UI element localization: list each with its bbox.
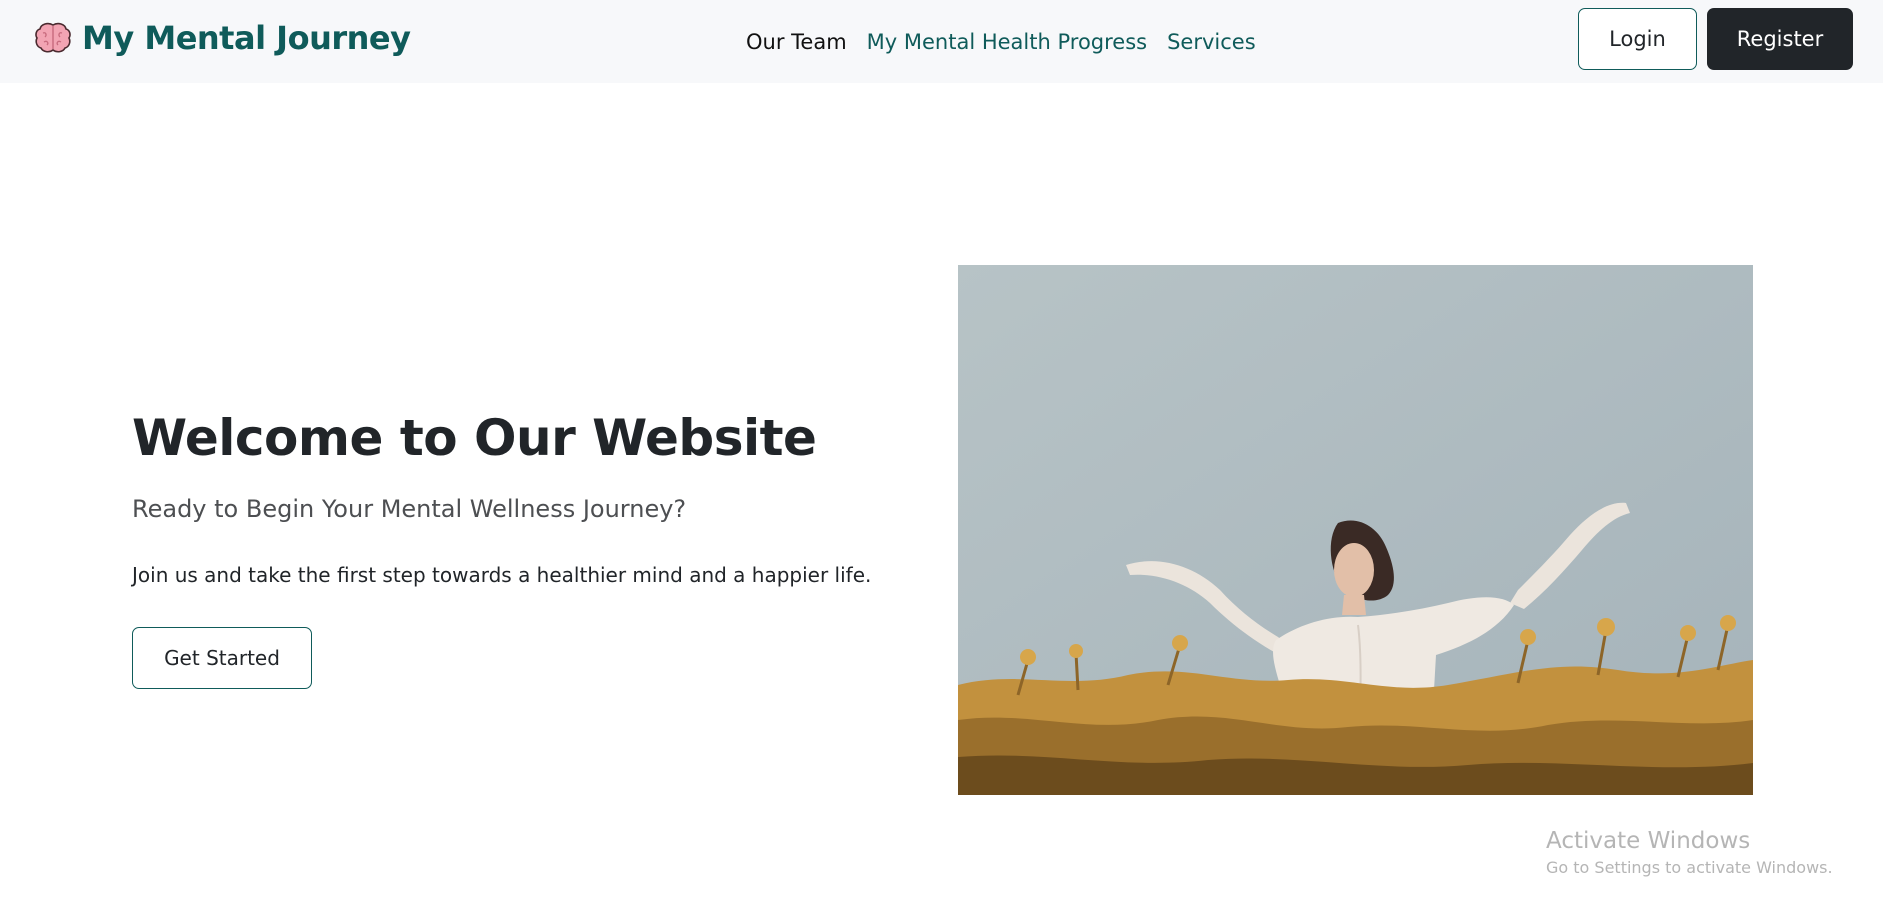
nav-link-progress[interactable]: My Mental Health Progress [867, 30, 1147, 54]
brain-icon [35, 22, 71, 53]
brand-name: My Mental Journey [82, 19, 411, 57]
hero-text-block: Welcome to Our Website Ready to Begin Yo… [132, 405, 952, 589]
login-button[interactable]: Login [1578, 8, 1697, 70]
nav-link-services[interactable]: Services [1167, 30, 1256, 54]
hero-description: Join us and take the first step towards … [132, 563, 872, 587]
hero-image [958, 265, 1753, 795]
navbar: My Mental Journey Our Team My Mental Hea… [0, 0, 1883, 83]
register-button[interactable]: Register [1707, 8, 1853, 70]
hero-title: Welcome to Our Website [132, 409, 817, 467]
watermark-subtitle: Go to Settings to activate Windows. [1546, 858, 1833, 877]
nav-link-our-team[interactable]: Our Team [746, 30, 847, 54]
get-started-button[interactable]: Get Started [132, 627, 312, 689]
woman-in-flower-field-image [958, 265, 1753, 795]
main-nav: Our Team My Mental Health Progress Servi… [746, 30, 1256, 54]
windows-activation-watermark: Activate Windows Go to Settings to activ… [1546, 826, 1833, 880]
hero-subtitle: Ready to Begin Your Mental Wellness Jour… [132, 495, 687, 523]
brand-logo[interactable]: My Mental Journey [34, 18, 411, 58]
watermark-title: Activate Windows [1546, 828, 1751, 854]
